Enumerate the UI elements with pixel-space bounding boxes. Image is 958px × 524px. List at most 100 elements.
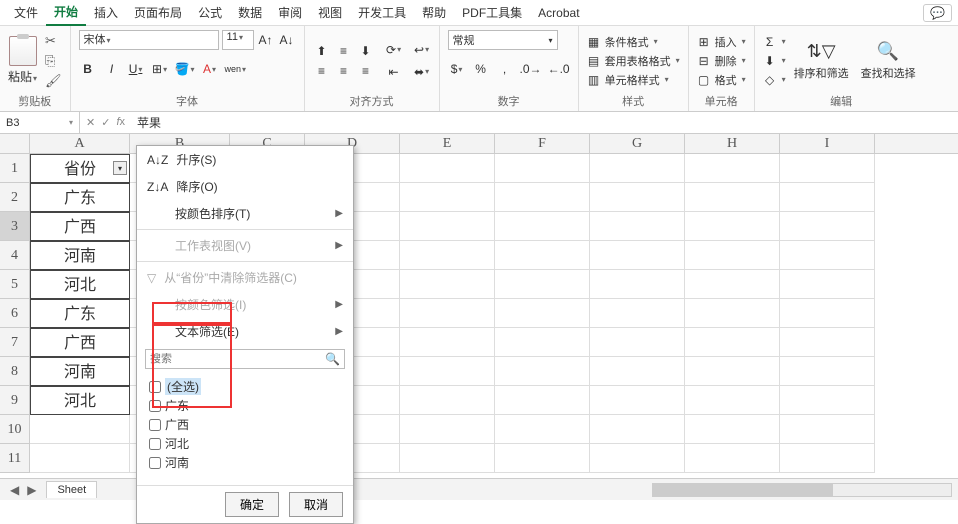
bold-button[interactable]: B (79, 60, 97, 78)
cell[interactable] (495, 357, 590, 386)
row-header[interactable]: 5 (0, 270, 29, 299)
col-header[interactable]: F (495, 134, 590, 153)
cell[interactable] (590, 328, 685, 357)
cell[interactable] (590, 299, 685, 328)
filter-check-item[interactable]: 河南 (149, 453, 341, 472)
formula-input[interactable]: 苹果 (131, 114, 958, 131)
sheet-tab[interactable]: Sheet (46, 481, 97, 498)
underline-button[interactable]: U (127, 60, 145, 78)
font-color-button[interactable]: A (201, 60, 219, 78)
cell[interactable] (590, 212, 685, 241)
insert-cells-button[interactable]: ⊞插入 (697, 34, 746, 50)
cell[interactable] (685, 415, 780, 444)
menu-data[interactable]: 数据 (230, 0, 270, 25)
row-header[interactable]: 9 (0, 386, 29, 415)
comments-button[interactable]: 💬 (923, 4, 952, 22)
fill-button[interactable]: ⬇ (763, 54, 786, 68)
row-header[interactable]: 11 (0, 444, 29, 473)
cell[interactable]: 河南 (30, 241, 130, 270)
cell[interactable] (780, 415, 875, 444)
row-header[interactable]: 2 (0, 183, 29, 212)
decrease-decimal-icon[interactable]: ←.0 (548, 60, 570, 78)
align-top-icon[interactable]: ⬆ (313, 42, 331, 60)
cell[interactable]: 河北 (30, 270, 130, 299)
name-box[interactable]: B3▾ (0, 112, 80, 133)
sort-by-color-item[interactable]: 按颜色排序(T)▶ (137, 200, 353, 227)
menu-acrobat[interactable]: Acrobat (530, 2, 587, 24)
sort-desc-item[interactable]: Z↓A降序(O) (137, 173, 353, 200)
cell[interactable] (495, 212, 590, 241)
menu-page-layout[interactable]: 页面布局 (126, 0, 190, 25)
fx-icon[interactable]: fx (116, 116, 125, 129)
row-header[interactable]: 8 (0, 357, 29, 386)
delete-cells-button[interactable]: ⊟删除 (697, 53, 746, 69)
cell[interactable] (590, 357, 685, 386)
find-select-button[interactable]: 🔍查找和选择 (857, 41, 920, 81)
cell[interactable] (780, 328, 875, 357)
border-button[interactable]: ⊞ (151, 60, 169, 78)
cell[interactable] (400, 183, 495, 212)
cell[interactable] (590, 386, 685, 415)
filter-search-input[interactable] (146, 353, 321, 365)
cell[interactable] (400, 270, 495, 299)
cell[interactable] (780, 183, 875, 212)
sort-asc-item[interactable]: A↓Z升序(S) (137, 146, 353, 173)
cell[interactable] (685, 212, 780, 241)
cell[interactable] (495, 386, 590, 415)
filter-check-item[interactable]: 广西 (149, 415, 341, 434)
cell[interactable] (780, 299, 875, 328)
horizontal-scrollbar[interactable] (652, 483, 952, 497)
col-header[interactable]: I (780, 134, 875, 153)
cell[interactable] (780, 270, 875, 299)
cell[interactable] (780, 444, 875, 473)
currency-button[interactable]: $ (448, 60, 466, 78)
row-header[interactable]: 10 (0, 415, 29, 444)
cell[interactable] (590, 154, 685, 183)
tab-nav-prev[interactable]: ◀ (10, 483, 19, 497)
row-header[interactable]: 3 (0, 212, 29, 241)
select-all-corner[interactable] (0, 134, 30, 154)
col-header[interactable]: H (685, 134, 780, 153)
cell[interactable] (590, 183, 685, 212)
cell[interactable] (780, 212, 875, 241)
menu-home[interactable]: 开始 (46, 0, 86, 26)
cell[interactable] (590, 270, 685, 299)
cell[interactable] (400, 386, 495, 415)
filter-check-item[interactable]: 河北 (149, 434, 341, 453)
cell[interactable] (685, 357, 780, 386)
cell[interactable]: 广西 (30, 212, 130, 241)
filter-check-all[interactable]: (全选) (149, 377, 341, 396)
cell[interactable]: 广东 (30, 299, 130, 328)
cell[interactable] (685, 386, 780, 415)
col-header[interactable]: E (400, 134, 495, 153)
decrease-font-icon[interactable]: A↓ (278, 31, 296, 49)
filter-check-item[interactable]: 广东 (149, 396, 341, 415)
cell[interactable]: 省份▾ (30, 154, 130, 183)
cell[interactable] (400, 444, 495, 473)
align-right-icon[interactable]: ≡ (357, 62, 375, 80)
cell[interactable] (685, 444, 780, 473)
cell[interactable] (685, 328, 780, 357)
font-size-select[interactable]: 11 (222, 30, 254, 50)
row-header[interactable]: 4 (0, 241, 29, 270)
filter-ok-button[interactable]: 确定 (225, 492, 279, 517)
cell[interactable] (495, 241, 590, 270)
cell[interactable] (400, 154, 495, 183)
cell-styles-button[interactable]: ▥单元格样式 (587, 72, 680, 88)
increase-decimal-icon[interactable]: .0→ (520, 60, 542, 78)
cell[interactable] (495, 444, 590, 473)
filter-dropdown-button[interactable]: ▾ (113, 161, 127, 175)
cell[interactable] (495, 183, 590, 212)
menu-file[interactable]: 文件 (6, 0, 46, 25)
cell[interactable] (495, 270, 590, 299)
filter-cancel-button[interactable]: 取消 (289, 492, 343, 517)
cell[interactable] (495, 299, 590, 328)
autosum-button[interactable]: Σ (763, 35, 786, 49)
cell[interactable] (30, 444, 130, 473)
cell[interactable] (400, 357, 495, 386)
orientation-button[interactable]: ⟳ (385, 41, 403, 59)
cell[interactable] (400, 415, 495, 444)
merge-button[interactable]: ⬌ (413, 63, 431, 81)
row-header[interactable]: 1 (0, 154, 29, 183)
cell[interactable] (590, 444, 685, 473)
